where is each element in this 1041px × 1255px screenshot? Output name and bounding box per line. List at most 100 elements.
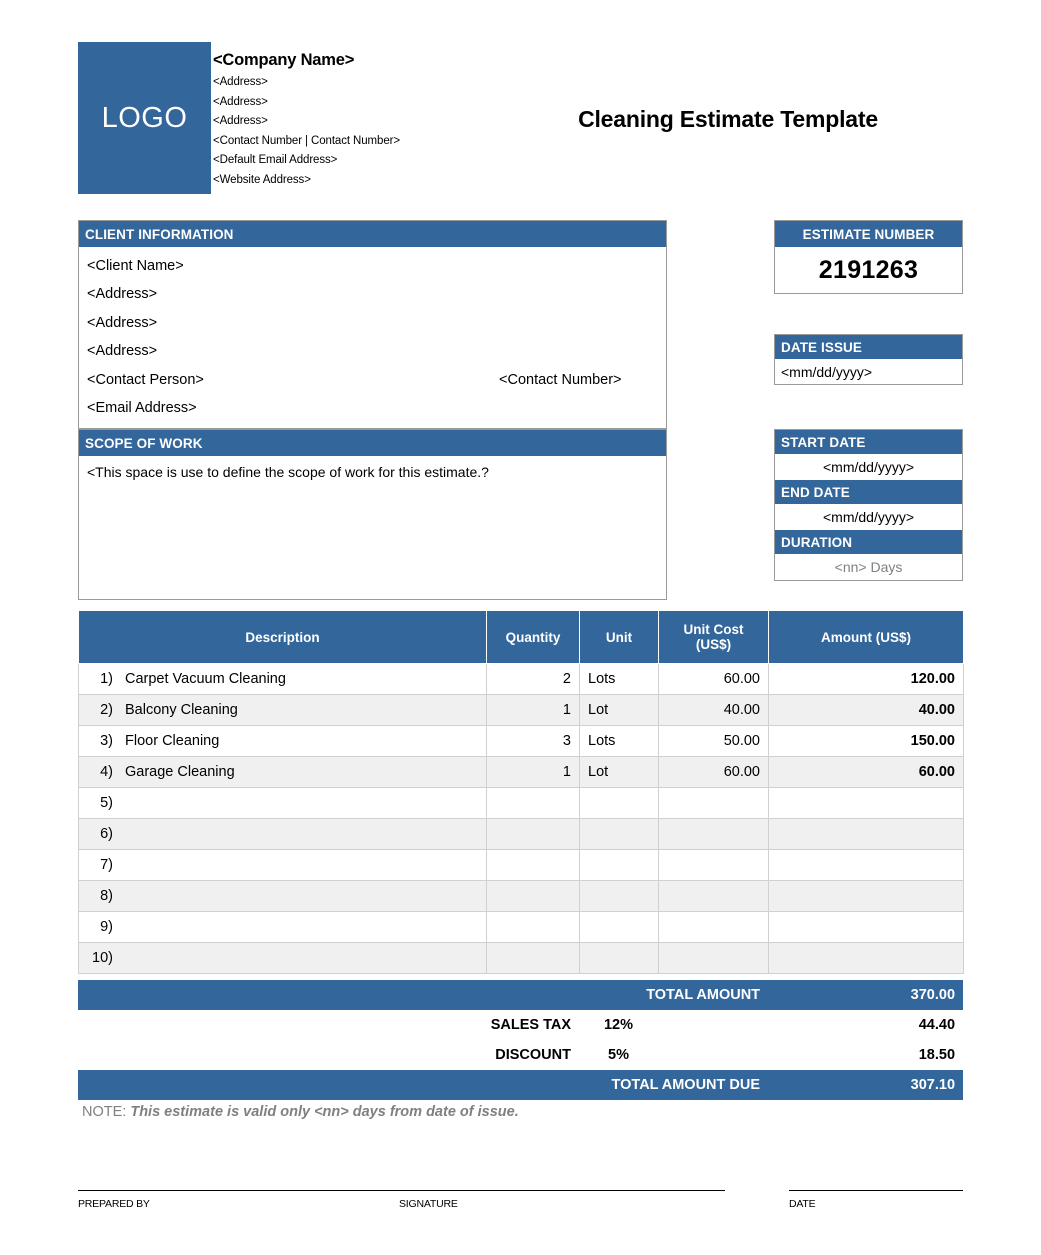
cell-description[interactable]: 8) bbox=[78, 880, 487, 912]
cell-description[interactable]: 5) bbox=[78, 787, 487, 819]
table-row: 10) bbox=[78, 942, 964, 974]
signature-footer: PREPARED BY SIGNATURE DATE bbox=[78, 1190, 963, 1240]
signature-field[interactable]: SIGNATURE bbox=[399, 1190, 725, 1210]
cell-quantity[interactable]: 3 bbox=[486, 725, 580, 757]
discount-row: DISCOUNT 5% 18.50 bbox=[78, 1040, 964, 1070]
cell-unit-cost[interactable] bbox=[658, 880, 769, 912]
cell-quantity[interactable] bbox=[486, 849, 580, 881]
cell-unit-cost[interactable] bbox=[658, 849, 769, 881]
company-website: <Website Address> bbox=[213, 173, 311, 186]
scope-of-work-title: SCOPE OF WORK bbox=[85, 435, 203, 451]
cell-amount[interactable] bbox=[768, 880, 964, 912]
end-date-value[interactable]: <mm/dd/yyyy> bbox=[775, 504, 962, 530]
cell-unit-cost[interactable] bbox=[658, 818, 769, 850]
cell-description[interactable]: 3) Floor Cleaning bbox=[78, 725, 487, 757]
description-text: Garage Cleaning bbox=[125, 764, 235, 780]
cell-description[interactable]: 10) bbox=[78, 942, 487, 974]
total-amount-due-value: 307.10 bbox=[768, 1070, 964, 1100]
start-date-value[interactable]: <mm/dd/yyyy> bbox=[775, 454, 962, 480]
cell-unit[interactable]: Lot bbox=[579, 756, 659, 788]
scope-of-work-input[interactable]: <This space is use to define the scope o… bbox=[79, 456, 666, 488]
cell-unit[interactable]: Lots bbox=[579, 725, 659, 757]
sales-tax-row: SALES TAX 12% 44.40 bbox=[78, 1010, 964, 1040]
cell-description[interactable]: 7) bbox=[78, 849, 487, 881]
cell-amount[interactable]: 120.00 bbox=[768, 663, 964, 695]
sales-tax-label: SALES TAX bbox=[78, 1010, 579, 1040]
cell-unit[interactable]: Lots bbox=[579, 663, 659, 695]
company-contact-number: <Contact Number | Contact Number> bbox=[213, 134, 400, 147]
scope-of-work-header: SCOPE OF WORK bbox=[79, 430, 666, 456]
cell-unit-cost[interactable] bbox=[658, 942, 769, 974]
discount-percent[interactable]: 5% bbox=[579, 1040, 658, 1070]
row-number: 9) bbox=[100, 919, 113, 935]
cell-amount[interactable]: 150.00 bbox=[768, 725, 964, 757]
cell-quantity[interactable] bbox=[486, 911, 580, 943]
cell-unit[interactable] bbox=[579, 911, 659, 943]
cell-description[interactable]: 9) bbox=[78, 911, 487, 943]
table-row: 7) bbox=[78, 849, 964, 881]
signature-label: SIGNATURE bbox=[399, 1198, 458, 1210]
client-address-row-2[interactable]: <Address> bbox=[87, 309, 658, 337]
client-information-body: <Client Name> <Address> <Address> <Addre… bbox=[79, 247, 666, 429]
cell-unit-cost[interactable] bbox=[658, 787, 769, 819]
client-address-row-1[interactable]: <Address> bbox=[87, 280, 658, 308]
sales-tax-percent[interactable]: 12% bbox=[579, 1010, 658, 1040]
client-contact-row[interactable]: <Contact Person> <Contact Number> bbox=[87, 366, 658, 394]
cell-unit-cost[interactable]: 40.00 bbox=[658, 694, 769, 726]
cell-amount[interactable] bbox=[768, 787, 964, 819]
cell-unit-cost[interactable]: 60.00 bbox=[658, 756, 769, 788]
cell-unit-cost[interactable]: 60.00 bbox=[658, 663, 769, 695]
table-row: 1) Carpet Vacuum Cleaning 2 Lots 60.00 120.00 bbox=[78, 663, 964, 695]
client-address-2: <Address> bbox=[87, 314, 158, 331]
duration-value[interactable]: <nn> Days bbox=[775, 554, 962, 580]
cell-unit[interactable] bbox=[579, 818, 659, 850]
date-field[interactable]: DATE bbox=[789, 1190, 963, 1210]
row-number: 7) bbox=[100, 857, 113, 873]
date-label: DATE bbox=[789, 1198, 816, 1210]
cell-unit[interactable]: Lot bbox=[579, 694, 659, 726]
cell-quantity[interactable] bbox=[486, 787, 580, 819]
cell-quantity[interactable] bbox=[486, 880, 580, 912]
row-number: 5) bbox=[100, 795, 113, 811]
end-date-label: END DATE bbox=[781, 484, 850, 500]
cell-unit-cost[interactable] bbox=[658, 911, 769, 943]
cell-amount[interactable]: 40.00 bbox=[768, 694, 964, 726]
company-address-1: <Address> bbox=[213, 76, 268, 88]
cell-unit[interactable] bbox=[579, 880, 659, 912]
estimate-number-value[interactable]: 2191263 bbox=[775, 247, 962, 293]
cell-description[interactable]: 4) Garage Cleaning bbox=[78, 756, 487, 788]
row-number: 1) bbox=[100, 671, 113, 687]
cell-unit[interactable] bbox=[579, 787, 659, 819]
logo-label: LOGO bbox=[101, 101, 188, 134]
description-text: Balcony Cleaning bbox=[125, 702, 238, 718]
column-header-unit-cost-line1: Unit Cost bbox=[683, 622, 744, 637]
date-issue-value[interactable]: <mm/dd/yyyy> bbox=[775, 359, 962, 384]
cell-unit[interactable] bbox=[579, 849, 659, 881]
client-name-row[interactable]: <Client Name> bbox=[87, 252, 658, 280]
cell-amount[interactable] bbox=[768, 849, 964, 881]
cell-quantity[interactable]: 1 bbox=[486, 694, 580, 726]
cell-description[interactable]: 6) bbox=[78, 818, 487, 850]
row-number: 4) bbox=[100, 764, 113, 780]
cell-description[interactable]: 2) Balcony Cleaning bbox=[78, 694, 487, 726]
cell-description[interactable]: 1) Carpet Vacuum Cleaning bbox=[78, 663, 487, 695]
cell-unit-cost[interactable]: 50.00 bbox=[658, 725, 769, 757]
totals-table: TOTAL AMOUNT 370.00 SALES TAX 12% 44.40 … bbox=[78, 980, 964, 1100]
row-number: 2) bbox=[100, 702, 113, 718]
client-address-row-3[interactable]: <Address> bbox=[87, 337, 658, 365]
cell-quantity[interactable]: 2 bbox=[486, 663, 580, 695]
cell-amount[interactable]: 60.00 bbox=[768, 756, 964, 788]
cell-amount[interactable] bbox=[768, 942, 964, 974]
cell-unit[interactable] bbox=[579, 942, 659, 974]
prepared-by-field[interactable]: PREPARED BY bbox=[78, 1190, 400, 1210]
cell-quantity[interactable]: 1 bbox=[486, 756, 580, 788]
cell-quantity[interactable] bbox=[486, 818, 580, 850]
page-title: Cleaning Estimate Template bbox=[578, 106, 878, 132]
cell-quantity[interactable] bbox=[486, 942, 580, 974]
client-name-value: <Client Name> bbox=[87, 258, 184, 274]
company-email: <Default Email Address> bbox=[213, 154, 338, 166]
client-email-row[interactable]: <Email Address> bbox=[87, 394, 658, 422]
cell-amount[interactable] bbox=[768, 911, 964, 943]
table-row: 3) Floor Cleaning 3 Lots 50.00 150.00 bbox=[78, 725, 964, 757]
cell-amount[interactable] bbox=[768, 818, 964, 850]
